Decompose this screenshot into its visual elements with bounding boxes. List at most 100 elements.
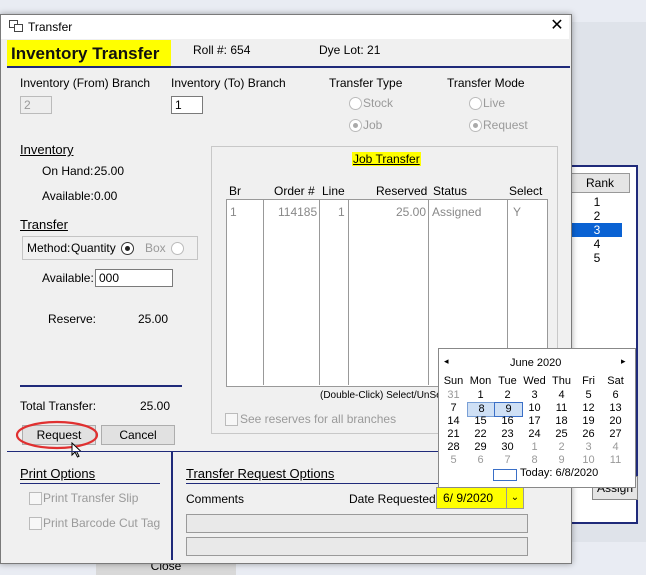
grid-divider (263, 199, 264, 385)
weekday-header: Mon (469, 375, 492, 387)
see-reserves-label: See reserves for all branches (240, 412, 397, 426)
calendar-day[interactable]: 7 (440, 402, 467, 415)
calendar-day[interactable]: 25 (548, 428, 575, 441)
print-options-title: Print Options (20, 466, 96, 481)
row-select[interactable]: Y (513, 205, 521, 219)
weekday-header: Thu (552, 375, 571, 387)
calendar-day[interactable]: 20 (602, 415, 629, 428)
calendar-day[interactable]: 15 (467, 415, 494, 428)
calendar-day[interactable]: 1 (521, 441, 548, 454)
next-month-icon[interactable]: ▸ (621, 356, 626, 367)
see-reserves-checkbox[interactable] (225, 413, 238, 426)
calendar-day[interactable]: 23 (494, 428, 521, 441)
to-branch-label: Inventory (To) Branch (171, 76, 286, 90)
request-options-title: Transfer Request Options (186, 466, 335, 481)
rank-row-selected[interactable]: 3 (572, 223, 622, 237)
total-divider (20, 385, 182, 387)
available-label: Available: (42, 189, 94, 203)
quantity-radio[interactable] (121, 242, 134, 255)
close-icon[interactable]: ✕ (548, 17, 566, 35)
col-select: Select (509, 184, 543, 198)
calendar-day[interactable]: 17 (521, 415, 548, 428)
request-radio[interactable] (469, 119, 482, 132)
calendar-day[interactable]: 31 (440, 389, 467, 402)
stock-radio[interactable] (349, 97, 362, 110)
calendar-day[interactable]: 4 (602, 441, 629, 454)
to-branch-field[interactable]: 1 (171, 96, 203, 114)
calendar-day[interactable]: 10 (521, 402, 548, 415)
calendar-day[interactable]: 2 (548, 441, 575, 454)
calendar-day[interactable]: 28 (440, 441, 467, 454)
col-order: Order # (274, 184, 315, 198)
rank-row[interactable]: 2 (572, 209, 622, 223)
calendar-day[interactable]: 8 (521, 454, 548, 467)
calendar-day[interactable]: 1 (467, 389, 494, 402)
date-requested-field[interactable]: 6/ 9/2020 (436, 487, 514, 509)
box-label: Box (145, 241, 166, 255)
rank-header[interactable]: Rank (570, 173, 630, 193)
print-barcode-checkbox[interactable] (29, 517, 42, 530)
row-line[interactable]: 1 (338, 205, 345, 219)
total-transfer-value: 25.00 (140, 399, 171, 413)
previous-month-icon[interactable]: ◂ (444, 356, 449, 367)
calendar-day[interactable]: 6 (602, 389, 629, 402)
from-branch-field[interactable]: 2 (20, 96, 52, 114)
live-radio[interactable] (469, 97, 482, 110)
calendar-day[interactable]: 19 (575, 415, 602, 428)
row-br[interactable]: 1 (230, 205, 237, 219)
calendar-day[interactable]: 30 (494, 441, 521, 454)
print-slip-checkbox[interactable] (29, 492, 42, 505)
rank-row[interactable]: 5 (572, 251, 622, 265)
today-label[interactable]: Today: 6/8/2020 (520, 467, 598, 479)
box-radio[interactable] (171, 242, 184, 255)
from-branch-label: Inventory (From) Branch (20, 76, 151, 90)
transfer-available-field[interactable]: 000 (95, 269, 173, 287)
calendar-day[interactable]: 6 (467, 454, 494, 467)
calendar-day[interactable]: 4 (548, 389, 575, 402)
calendar-day[interactable]: 14 (440, 415, 467, 428)
calendar-day[interactable]: 13 (602, 402, 629, 415)
calendar-day[interactable]: 22 (467, 428, 494, 441)
print-barcode-label: Print Barcode Cut Tag (43, 516, 161, 530)
calendar-day[interactable]: 3 (575, 441, 602, 454)
job-radio[interactable] (349, 119, 362, 132)
calendar-day[interactable]: 2 (494, 389, 521, 402)
row-order[interactable]: 114185 (278, 205, 317, 219)
calendar-day[interactable]: 29 (467, 441, 494, 454)
row-reserved[interactable]: 25.00 (396, 205, 426, 219)
calendar-day[interactable]: 26 (575, 428, 602, 441)
calendar-day[interactable]: 3 (521, 389, 548, 402)
calendar-day[interactable]: 18 (548, 415, 575, 428)
page-title: Inventory Transfer (7, 40, 171, 68)
date-requested-label: Date Requested: (349, 492, 440, 506)
comments-line-2[interactable] (186, 537, 528, 556)
calendar-day[interactable]: 5 (440, 454, 467, 467)
col-status: Status (433, 184, 468, 198)
roll-number: Roll #: 654 (193, 43, 251, 57)
cancel-button[interactable]: Cancel (101, 425, 175, 445)
calendar-day[interactable]: 9 (548, 454, 575, 467)
today-indicator (493, 469, 517, 481)
title-bar[interactable] (1, 15, 569, 39)
weekday-header: Sat (607, 375, 624, 387)
calendar-day[interactable]: 24 (521, 428, 548, 441)
chevron-down-icon[interactable]: ⌄ (506, 487, 524, 509)
transfer-type-label: Transfer Type (329, 76, 403, 90)
calendar-day[interactable]: 7 (494, 454, 521, 467)
rank-row[interactable]: 4 (572, 237, 622, 251)
calendar-day[interactable]: 27 (602, 428, 629, 441)
calendar-day[interactable]: 12 (575, 402, 602, 415)
calendar-day[interactable]: 11 (548, 402, 575, 415)
live-label: Live (483, 96, 506, 110)
calendar-month-title[interactable]: June 2020 (510, 357, 561, 369)
calendar-day[interactable]: 10 (575, 454, 602, 467)
dye-lot: Dye Lot: 21 (319, 43, 381, 57)
comments-line-1[interactable] (186, 514, 528, 533)
row-status[interactable]: Assigned (432, 205, 481, 219)
calendar-day[interactable]: 16 (494, 415, 521, 428)
calendar-day[interactable]: 21 (440, 428, 467, 441)
rank-row[interactable]: 1 (572, 195, 622, 209)
calendar-day[interactable]: 11 (602, 454, 629, 467)
calendar-day[interactable]: 5 (575, 389, 602, 402)
weekday-header: Fri (582, 375, 595, 387)
